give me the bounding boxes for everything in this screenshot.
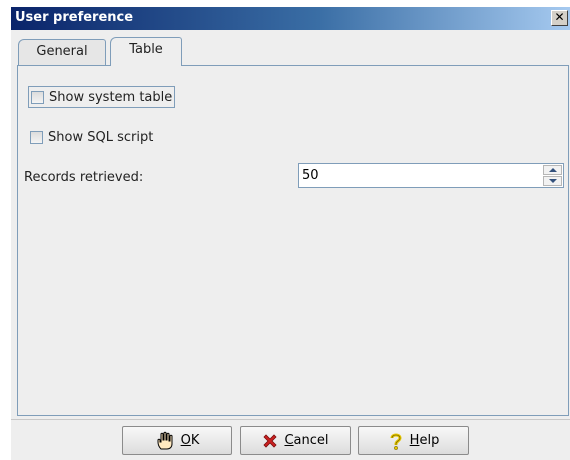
- cancel-button-label: Cancel: [284, 433, 329, 448]
- tab-table-label: Table: [129, 42, 163, 57]
- show-system-table-label: Show system table: [49, 89, 173, 105]
- title-bar[interactable]: User preference ✕: [11, 7, 570, 30]
- cancel-button[interactable]: Cancel: [240, 426, 351, 455]
- user-preference-dialog: User preference ✕ General Table Show sys…: [11, 7, 570, 460]
- button-bar-separator: [11, 419, 570, 420]
- red-x-icon: [263, 433, 278, 448]
- records-retrieved-value[interactable]: 50: [302, 168, 319, 183]
- tab-general[interactable]: General: [18, 39, 106, 65]
- ok-button[interactable]: OK: [122, 426, 232, 455]
- table-settings-panel: [17, 65, 569, 416]
- help-button[interactable]: Help: [358, 426, 469, 455]
- show-sql-script-option[interactable]: Show SQL script: [30, 126, 153, 148]
- records-retrieved-spinner[interactable]: 50: [298, 163, 564, 188]
- spinner-down-arrow-icon[interactable]: [543, 176, 562, 186]
- spinner-buttons: [543, 165, 562, 186]
- close-icon: ✕: [554, 10, 565, 24]
- window-title: User preference: [15, 10, 134, 25]
- show-system-table-checkbox[interactable]: [31, 90, 44, 104]
- records-retrieved-label: Records retrieved:: [24, 170, 144, 185]
- spinner-up-arrow-icon[interactable]: [543, 165, 562, 175]
- show-system-table-option[interactable]: Show system table: [28, 86, 176, 108]
- tab-table[interactable]: Table: [110, 37, 182, 66]
- hand-icon: [157, 431, 173, 449]
- close-button[interactable]: ✕: [551, 10, 568, 26]
- tab-general-label: General: [36, 44, 88, 59]
- show-sql-script-checkbox[interactable]: [30, 130, 43, 144]
- question-icon: [390, 433, 402, 450]
- help-button-label: Help: [409, 433, 440, 448]
- show-sql-script-label: Show SQL script: [48, 129, 154, 145]
- ok-button-label: OK: [180, 433, 200, 448]
